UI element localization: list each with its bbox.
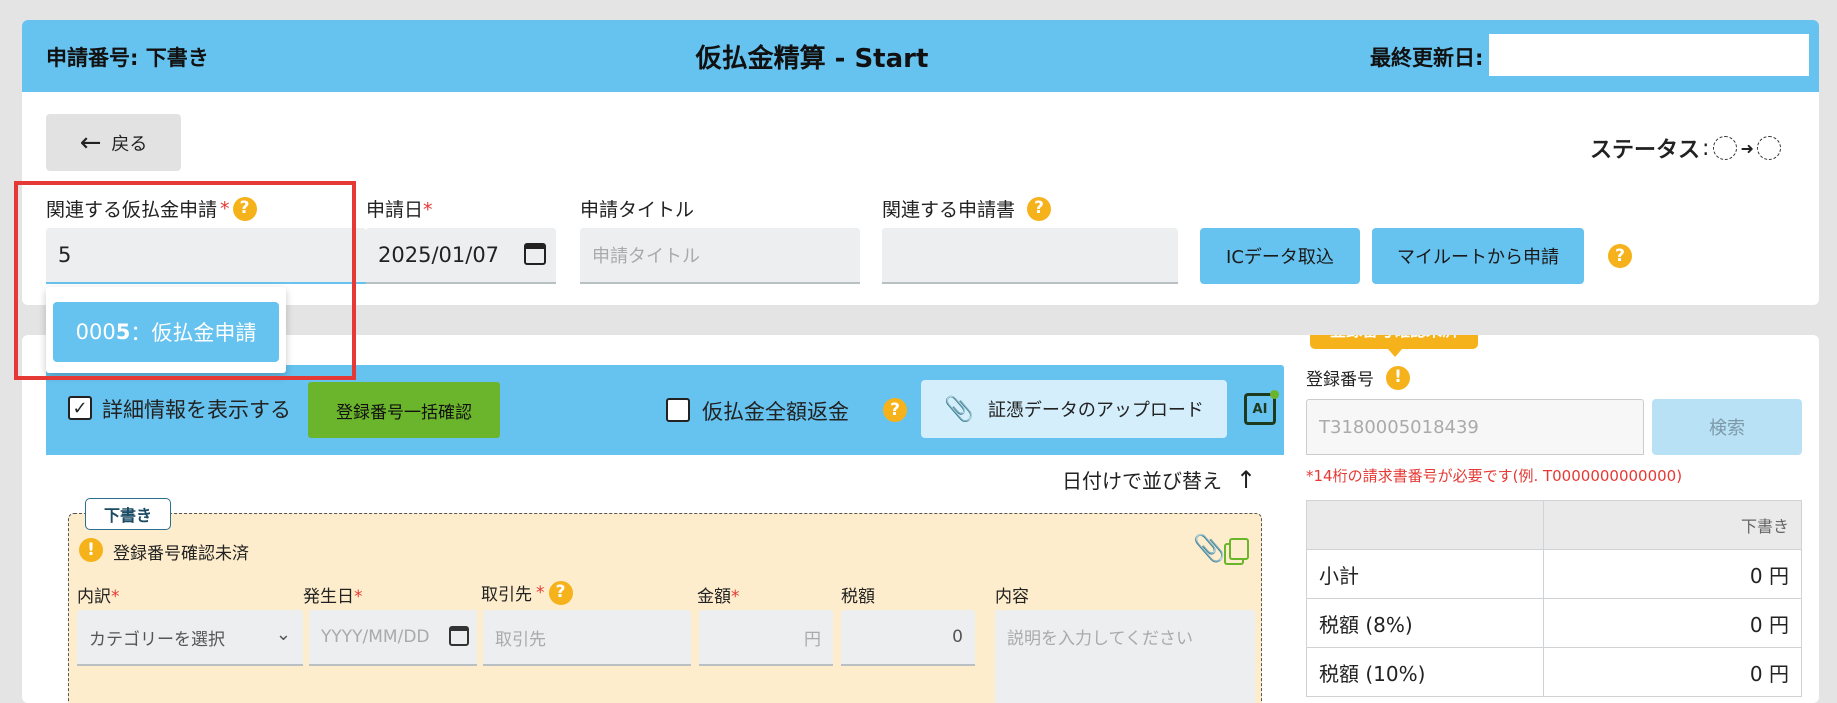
paperclip-icon[interactable]: 📎 [1193,534,1225,564]
col-vendor-text: 取引先 [481,585,532,605]
upload-label: 証憑データのアップロード [987,400,1204,421]
summary-row: 税額 (8%) 0 円 [1306,598,1802,648]
copy-icon[interactable] [1229,538,1249,560]
col-tax: 税額 [841,587,875,607]
summary-row-label: 小計 [1306,549,1544,599]
header-bar: 申請番号: 下書き 仮払金精算 - Start 最終更新日: [22,20,1819,92]
help-icon[interactable]: ? [883,398,907,422]
bulk-confirm-button[interactable]: 登録番号一括確認 [308,382,500,438]
col-amount-text: 金額 [697,587,731,607]
tax-value: 0 [952,627,963,647]
category-select[interactable]: カテゴリーを選択 ⌄ [77,610,303,666]
status-circle-icon [1756,136,1781,160]
sort-control[interactable]: 日付けで並び替え ↑ [1062,465,1256,494]
summary-row-value: 0 円 [1543,647,1802,697]
col-amount: 金額* [697,582,740,607]
required-mark: * [354,587,363,607]
status-colon: : [1702,135,1710,161]
back-label: 戻る [111,133,148,155]
arrow-up-icon: ↑ [1236,465,1257,494]
status-indicator: ステータス : ➜ [1590,132,1781,164]
ai-icon[interactable]: AI [1244,390,1279,425]
help-icon[interactable]: ? [1608,244,1632,268]
summary-header-row: 下書き [1306,500,1802,550]
summary-row-value: 0 円 [1543,549,1802,599]
registration-label: 登録番号 ! [1306,365,1410,390]
request-date-label: 申請日* [366,195,433,222]
status-label: ステータス [1590,138,1701,163]
calendar-icon[interactable] [524,243,546,265]
status-circle-icon [1713,136,1738,160]
warning-icon: ! [79,538,103,562]
summary-table: 下書き 小計 0 円 税額 (8%) 0 円 税額 (10%) 0 円 [1306,500,1802,697]
required-mark: * [536,582,545,603]
col-category-text: 内訳 [77,587,111,607]
required-mark: * [731,587,740,607]
entry-warning-text: 登録番号確認未済 [113,544,249,564]
summary-row-label: 税額 (10%) [1306,647,1544,697]
ai-label: AI [1252,401,1268,417]
request-date-label-text: 申請日 [366,199,424,221]
request-date-input[interactable]: 2025/01/07 [366,228,556,284]
registration-hint: *14桁の請求書番号が必要です(例. T0000000000000) [1306,467,1683,485]
help-icon[interactable]: ? [548,580,573,605]
summary-header-empty [1306,500,1544,550]
summary-row: 小計 0 円 [1306,549,1802,599]
summary-row-label: 税額 (8%) [1306,598,1544,648]
help-icon[interactable]: ? [1027,196,1052,221]
amount-input[interactable]: 円 [699,610,833,666]
last-updated-label: 最終更新日: [1370,46,1484,70]
occurrence-date-input[interactable]: YYYY/MM/DD [309,610,477,666]
tax-input[interactable]: 0 [841,610,975,666]
paperclip-icon: 📎 [944,395,974,423]
summary-header-col: 下書き [1543,500,1802,550]
description-input[interactable]: 説明を入力してください [995,610,1255,703]
sort-label: 日付けで並び替え [1062,469,1222,493]
vendor-input[interactable]: 取引先 [483,610,691,666]
registration-search-button[interactable]: 検索 [1652,399,1802,455]
show-detail-checkbox[interactable]: ✓ [68,396,92,420]
ai-status-dot [1270,390,1279,399]
back-button[interactable]: ← 戻る [46,114,181,171]
related-doc-label-text: 関連する申請書 [882,199,1016,221]
arrow-right-icon: ➜ [1740,138,1754,158]
col-category: 内訳* [77,582,120,607]
request-date-value: 2025/01/07 [378,243,500,267]
occurrence-date-placeholder: YYYY/MM/DD [321,627,430,647]
chevron-down-icon: ⌄ [275,624,291,645]
request-title-input[interactable]: 申請タイトル [580,228,860,284]
tooltip-arrow [1388,349,1402,357]
summary-row-value: 0 円 [1543,598,1802,648]
request-title-label: 申請タイトル [580,199,695,221]
col-date: 発生日* [303,582,363,607]
col-desc: 内容 [995,587,1029,607]
page-title: 仮払金精算 - Start [695,44,929,74]
col-vendor: 取引先 *? [481,580,573,605]
warning-icon: ! [1386,365,1410,390]
myroute-button[interactable]: マイルートから申請 [1372,228,1584,284]
required-mark: * [423,199,433,221]
ic-import-button[interactable]: ICデータ取込 [1200,228,1360,284]
related-doc-input[interactable] [882,228,1178,284]
full-refund-checkbox[interactable] [666,398,690,422]
registration-tooltip: 登録番号確認未済 [1310,335,1478,349]
highlight-box [14,181,356,380]
arrow-left-icon: ← [79,127,102,158]
registration-input[interactable]: T3180005018439 [1306,399,1644,455]
entry-status-tag: 下書き [85,498,171,530]
registration-label-text: 登録番号 [1306,370,1374,390]
full-refund-label: 仮払金全額返金 [702,400,849,424]
amount-unit: 円 [804,629,821,650]
show-detail-label: 詳細情報を表示する [102,398,291,422]
summary-row: 税額 (10%) 0 円 [1306,647,1802,697]
related-doc-label: 関連する申請書 ? [882,195,1052,222]
calendar-icon[interactable] [449,626,469,646]
last-updated-field [1489,34,1809,76]
expense-entry: 下書き ! 登録番号確認未済 📎 内訳* 発生日* 取引先 *? 金額* 税額 内… [68,498,1262,703]
upload-button[interactable]: 📎 証憑データのアップロード [921,380,1227,438]
required-mark: * [111,587,120,607]
main-card: ✓ 詳細情報を表示する 登録番号一括確認 仮払金全額返金 ? 📎 証憑データのア… [22,335,1819,703]
category-select-value: カテゴリーを選択 [89,629,225,650]
col-date-text: 発生日 [303,587,354,607]
